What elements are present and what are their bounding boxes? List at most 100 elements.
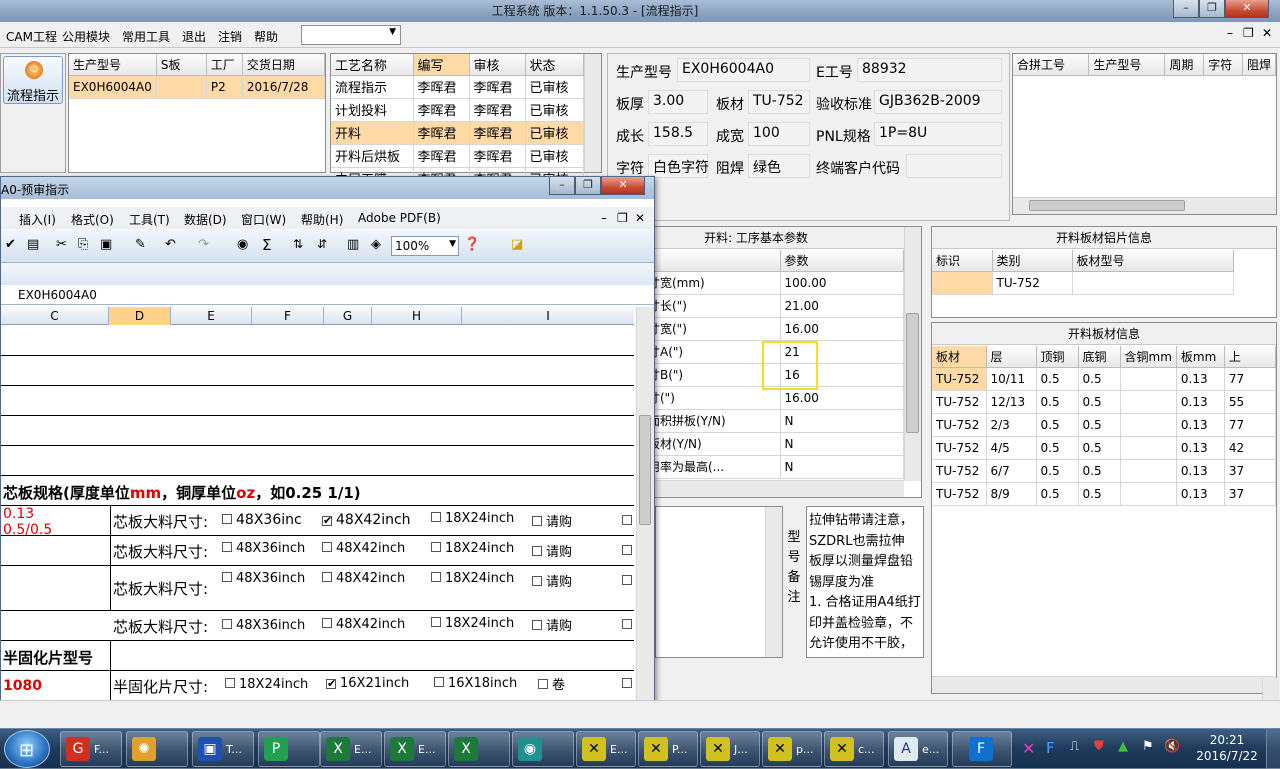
col-header-i[interactable]: I (462, 307, 634, 325)
taskbar-item[interactable]: P (258, 731, 320, 767)
col-header-d[interactable]: D (109, 307, 171, 325)
taskbar-item[interactable]: ✕ J... (700, 731, 760, 767)
hyperlink-icon[interactable]: ◉ (237, 237, 248, 252)
core-opt[interactable]: 48X36inch (222, 618, 305, 633)
checkbox[interactable] (532, 576, 542, 586)
checkbox[interactable] (532, 546, 542, 556)
menu-help[interactable]: 帮助 (254, 28, 278, 45)
pp-opt[interactable]: 18X24inch (225, 677, 308, 692)
checkbox[interactable] (322, 618, 332, 628)
model-field[interactable]: EX0H6004A0 (677, 58, 810, 82)
excel-menu-format[interactable]: 格式(O) (71, 211, 114, 228)
taskbar-item[interactable]: ▣ T... (192, 731, 254, 767)
merge-hscroll[interactable] (1013, 197, 1276, 214)
col-model[interactable]: 生产型号 (69, 54, 157, 76)
taskbar-item[interactable]: ✕ c... (824, 731, 884, 767)
drawing-icon[interactable]: ◈ (371, 237, 381, 252)
menu-tools[interactable]: 常用工具 (122, 28, 170, 45)
core-opt[interactable] (622, 511, 636, 529)
checkbox[interactable] (532, 516, 542, 526)
excel-restore-button[interactable]: ❐ (575, 177, 601, 195)
thickness-field[interactable]: 3.00 (648, 90, 708, 114)
excel-menu-window[interactable]: 窗口(W) (241, 211, 286, 228)
menu-exit[interactable]: 退出 (182, 28, 206, 45)
standard-field[interactable]: GJB362B-2009 (874, 90, 1002, 114)
tray-x-icon[interactable]: ✕ (1022, 739, 1035, 758)
core-opt[interactable]: 请购 (532, 615, 572, 634)
doc-close-icon[interactable]: ✕ (635, 211, 645, 225)
close-button[interactable]: ✕ (1225, 0, 1269, 18)
fill-color-icon[interactable]: ◪ (511, 237, 523, 252)
copy-icon[interactable]: ⎘ (78, 237, 88, 252)
col-solder[interactable]: 阻焊 (1242, 54, 1277, 76)
taskbar-item[interactable]: ◉ (512, 731, 574, 767)
col-header-e[interactable]: E (171, 307, 252, 325)
mdi-close-icon[interactable]: ✕ (1262, 26, 1272, 40)
checkbox[interactable] (225, 678, 235, 688)
col-cycle[interactable]: 周期 (1164, 54, 1205, 76)
help-icon[interactable]: ❓ (464, 237, 480, 252)
table-row[interactable]: 开料 李晖君 李晖君 已审核 (331, 121, 584, 145)
col-layer[interactable]: 层 (986, 346, 1037, 368)
minimize-button[interactable]: – (1173, 0, 1199, 18)
chart-icon[interactable]: ▥ (347, 237, 359, 252)
cut-icon[interactable]: ✂ (56, 237, 67, 252)
formula-bar[interactable]: EX0H6004A0 (1, 285, 654, 305)
col-header-f[interactable]: F (252, 307, 324, 325)
pp-opt[interactable]: ✔ 16X21inch (326, 676, 409, 691)
taskbar-item[interactable]: ✕ P... (638, 731, 698, 767)
flow-instruction-button[interactable]: ⏻ 流程指示 (3, 56, 63, 104)
checkbox[interactable] (431, 572, 441, 582)
table-row[interactable]: 开料后烘板 李晖君 李晖君 已审核 (331, 144, 584, 168)
excel-minimize-button[interactable]: – (549, 177, 575, 195)
checkbox[interactable] (622, 619, 632, 629)
checkbox[interactable] (434, 677, 444, 687)
col-up[interactable]: 上 (1224, 346, 1277, 368)
module-combo[interactable]: ▼ (301, 25, 401, 45)
autosum-icon[interactable]: Σ (262, 236, 271, 254)
core-opt[interactable]: 48X36inch (222, 571, 305, 586)
taskbar-item[interactable]: ✕ p... (762, 731, 822, 767)
format-painter-icon[interactable]: ✎ (135, 237, 146, 252)
col-merge-no[interactable]: 合拼工号 (1013, 54, 1090, 76)
core-opt[interactable]: 请购 (532, 511, 572, 530)
col-top-cu[interactable]: 顶铜 (1036, 346, 1079, 368)
checkbox-checked[interactable]: ✔ (322, 515, 332, 526)
table-row[interactable]: 流程指示 李晖君 李晖君 已审核 (331, 75, 584, 99)
taskbar-item[interactable]: G F... (60, 731, 122, 767)
core-opt[interactable]: 请购 (532, 541, 572, 560)
doc-minimize-icon[interactable]: – (601, 211, 607, 225)
excel-menu-tools[interactable]: 工具(T) (129, 211, 170, 228)
scroll-thumb[interactable] (906, 313, 919, 433)
col-param[interactable]: 参数 (780, 250, 904, 272)
core-opt[interactable] (622, 571, 636, 589)
col-date[interactable]: 交货日期 (242, 54, 326, 76)
core-opt[interactable]: 18X24inch (431, 616, 514, 631)
excel-menu-help[interactable]: 帮助(H) (301, 211, 343, 228)
pp-opt[interactable] (622, 674, 636, 692)
col-char[interactable]: 字符 (1203, 54, 1243, 76)
tray-app-icon[interactable]: ▲ (1118, 739, 1128, 754)
core-opt[interactable]: 18X24inch (431, 541, 514, 556)
checkbox[interactable] (222, 542, 232, 552)
pp-opt[interactable]: 16X18inch (434, 676, 517, 691)
length-field[interactable]: 158.5 (648, 122, 708, 146)
taskbar-item[interactable]: X E... (384, 731, 446, 767)
taskbar-item[interactable]: X E... (320, 731, 382, 767)
sort-desc-icon[interactable]: ⇵ (317, 237, 327, 251)
mdi-restore-icon[interactable]: ❐ (1243, 26, 1254, 40)
excel-vscroll[interactable] (636, 307, 654, 727)
checkbox[interactable] (622, 545, 632, 555)
redo-icon[interactable]: ↷ (198, 237, 209, 252)
sheet-info-hscroll[interactable] (932, 676, 1276, 693)
checkbox[interactable] (622, 678, 632, 688)
checkbox-checked[interactable]: ✔ (326, 678, 336, 689)
checkbox[interactable] (222, 572, 232, 582)
col-sheet[interactable]: 板材 (932, 346, 987, 368)
char-field[interactable]: 白色字符 (648, 154, 709, 178)
core-opt[interactable]: 48X42inch (322, 541, 405, 556)
checkbox[interactable] (431, 617, 441, 627)
col-process-name[interactable]: 工艺名称 (331, 54, 414, 76)
pnl-field[interactable]: 1P=8U (874, 122, 1002, 146)
excel-menu-insert[interactable]: 插入(I) (19, 211, 56, 228)
